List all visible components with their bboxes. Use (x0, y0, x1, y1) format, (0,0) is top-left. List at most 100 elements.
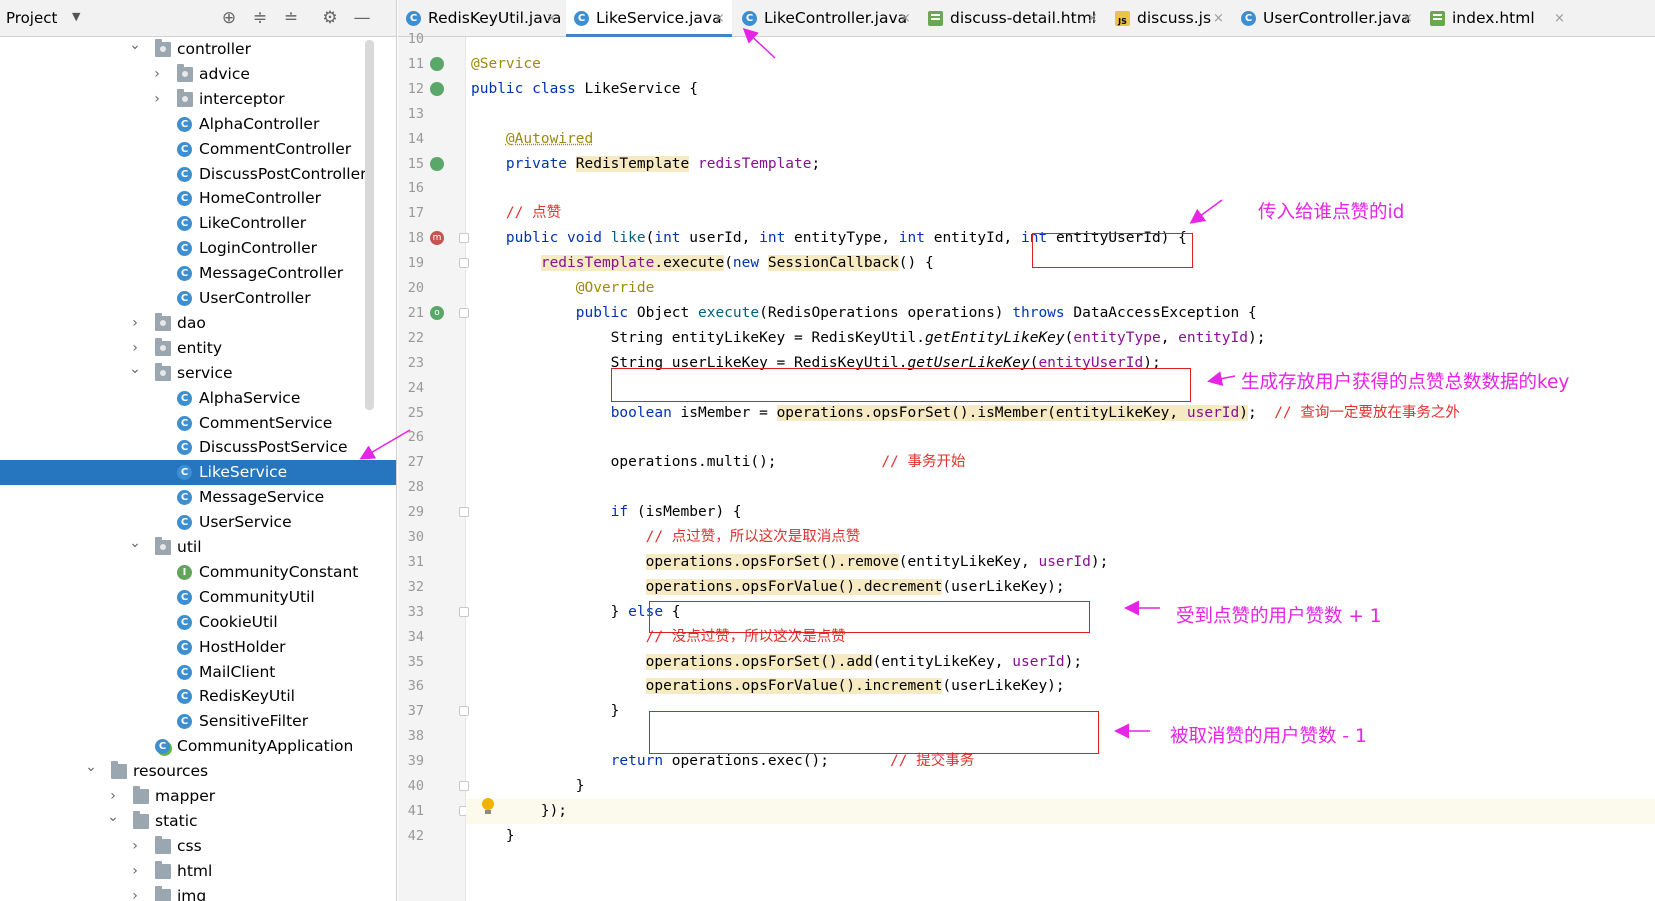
expand-all-icon[interactable]: ≑ (248, 6, 272, 30)
code-line[interactable]: redisTemplate.execute(new SessionCallbac… (471, 251, 934, 276)
tree-item-homecontroller[interactable]: C HomeController (0, 186, 396, 211)
collapse-all-icon[interactable]: ≐ (279, 6, 303, 30)
close-icon[interactable]: × (1213, 0, 1224, 37)
chevron-right-icon[interactable]: › (150, 87, 164, 112)
project-scrollbar[interactable] (365, 40, 374, 410)
chevron-down-icon[interactable]: ⌄ (128, 33, 142, 58)
chevron-down-icon[interactable]: ⌄ (128, 531, 142, 556)
tab-discuss-js[interactable]: JS discuss.js × (1107, 0, 1231, 37)
tree-item-resources[interactable]: ⌄ resources (0, 759, 396, 784)
tree-item-util[interactable]: ⌄ util (0, 535, 396, 560)
tree-item-messageservice[interactable]: C MessageService (0, 485, 396, 510)
tree-item-communityapplication[interactable]: C CommunityApplication (0, 734, 396, 759)
tree-item-cookieutil[interactable]: C CookieUtil (0, 610, 396, 635)
lightbulb-icon[interactable] (481, 798, 495, 816)
tree-item-messagecontroller[interactable]: C MessageController (0, 261, 396, 286)
code-line[interactable]: operations.opsForSet().add(entityLikeKey… (471, 650, 1082, 675)
tree-item-label: AlphaService (199, 388, 301, 407)
code-line[interactable]: if (isMember) { (471, 500, 742, 525)
tree-item-alphaservice[interactable]: C AlphaService (0, 386, 396, 411)
tree-item-alphacontroller[interactable]: C AlphaController (0, 112, 396, 137)
tree-item-entity[interactable]: › entity (0, 336, 396, 361)
tree-item-commentservice[interactable]: C CommentService (0, 411, 396, 436)
code-line[interactable]: @Autowired (471, 127, 593, 152)
tree-item-usercontroller[interactable]: C UserController (0, 286, 396, 311)
tree-item-static[interactable]: ⌄ static (0, 809, 396, 834)
code-token: (isMember) { (636, 504, 742, 521)
code-line[interactable]: } (471, 699, 620, 724)
target-icon[interactable]: ⊕ (217, 6, 241, 30)
code-line[interactable]: private RedisTemplate redisTemplate; (471, 152, 820, 177)
line-number: 22 (407, 329, 424, 346)
spring-bean-icon[interactable] (430, 56, 444, 71)
code-line[interactable]: public class LikeService { (471, 77, 698, 102)
code-line[interactable]: } (471, 824, 515, 849)
code-line[interactable]: @Service (471, 52, 541, 77)
chevron-down-icon[interactable]: ⌄ (128, 357, 142, 382)
tree-item-discusspostservice[interactable]: C DiscussPostService (0, 435, 396, 460)
tree-item-logincontroller[interactable]: C LoginController (0, 236, 396, 261)
code-line[interactable]: // 点赞 (471, 201, 561, 226)
tree-item-userservice[interactable]: C UserService (0, 510, 396, 535)
tree-item-sensitivefilter[interactable]: C SensitiveFilter (0, 709, 396, 734)
spring-bean-icon[interactable] (430, 81, 444, 96)
tree-item-communityconstant[interactable]: I CommunityConstant (0, 560, 396, 585)
code-line[interactable]: boolean isMember = operations.opsForSet(… (471, 401, 1460, 426)
close-icon[interactable]: × (1402, 0, 1413, 37)
tree-item-advice[interactable]: › advice (0, 62, 396, 87)
chevron-right-icon[interactable]: › (150, 62, 164, 87)
tab-likecontroller-java[interactable]: C LikeController.java × (734, 0, 918, 37)
tree-item-likecontroller[interactable]: C LikeController (0, 211, 396, 236)
tree-item-commentcontroller[interactable]: C CommentController (0, 137, 396, 162)
tab-discuss-detail-html[interactable]: discuss-detail.html × (920, 0, 1105, 37)
chevron-down-icon[interactable]: ⌄ (84, 755, 98, 780)
tree-item-discusspostcontroller[interactable]: C DiscussPostController (0, 162, 396, 187)
tab-usercontroller-java[interactable]: C UserController.java × (1233, 0, 1420, 37)
chevron-right-icon[interactable]: › (128, 859, 142, 884)
tree-item-img[interactable]: › img (0, 884, 396, 901)
code-editor[interactable]: 10 11 12 13 14 15 16 17 18 19 20 21 22 23 24 25 26 27 28 29… (398, 31, 1655, 901)
tab-index-html[interactable]: index.html × (1422, 0, 1572, 37)
tree-item-mailclient[interactable]: C MailClient (0, 660, 396, 685)
tree-item-likeservice[interactable]: C LikeService (0, 460, 396, 486)
method-marker-icon[interactable]: m (430, 231, 444, 246)
code-line[interactable]: @Override (471, 276, 655, 301)
code-line[interactable]: operations.opsForValue().decrement(userL… (471, 575, 1065, 600)
chevron-down-icon[interactable]: ⌄ (106, 805, 120, 830)
tree-item-hostholder[interactable]: C HostHolder (0, 635, 396, 660)
close-icon[interactable]: × (546, 0, 557, 37)
tree-item-service[interactable]: ⌄ service (0, 361, 396, 386)
code-line[interactable]: } (471, 774, 585, 799)
minimize-icon[interactable]: — (350, 6, 374, 30)
code-line[interactable]: public Object execute(RedisOperations op… (471, 301, 1257, 326)
project-title[interactable]: Project (6, 9, 57, 27)
close-icon[interactable]: × (1554, 0, 1565, 37)
code-line[interactable]: operations.opsForValue().increment(userL… (471, 674, 1065, 699)
tree-item-html[interactable]: › html (0, 859, 396, 884)
tree-item-interceptor[interactable]: › interceptor (0, 87, 396, 112)
tree-item-controller[interactable]: ⌄ controller (0, 37, 396, 62)
override-marker-icon[interactable]: o (430, 305, 444, 320)
tab-likeservice-java[interactable]: C LikeService.java × (566, 0, 732, 37)
code-line[interactable]: operations.opsForSet().remove(entityLike… (471, 550, 1108, 575)
chevron-right-icon[interactable]: › (128, 311, 142, 336)
tree-item-mapper[interactable]: › mapper (0, 784, 396, 809)
chevron-right-icon[interactable]: › (128, 884, 142, 901)
code-area[interactable]: @Service public class LikeService { @Auto… (466, 37, 1655, 901)
chevron-right-icon[interactable]: › (128, 834, 142, 859)
tree-item-dao[interactable]: › dao (0, 311, 396, 336)
code-line[interactable]: // 点过赞，所以这次是取消点赞 (471, 525, 861, 550)
tree-item-css[interactable]: › css (0, 834, 396, 859)
tree-item-communityutil[interactable]: C CommunityUtil (0, 585, 396, 610)
chevron-down-icon[interactable]: ▼ (72, 10, 80, 23)
spring-bean-icon[interactable] (430, 156, 444, 171)
close-icon[interactable]: × (1087, 0, 1098, 37)
gear-icon[interactable]: ⚙ (318, 6, 342, 30)
close-icon[interactable]: × (714, 0, 725, 37)
code-line[interactable]: String entityLikeKey = RedisKeyUtil.getE… (471, 326, 1266, 351)
tree-item-rediskeyutil[interactable]: C RedisKeyUtil (0, 684, 396, 709)
code-line[interactable]: operations.multi(); // 事务开始 (471, 450, 966, 475)
project-panel: Project ▼ ⊕ ≑ ≐ ⚙ — ⌄ controller › advice › i… (0, 0, 397, 901)
close-icon[interactable]: × (900, 0, 911, 37)
